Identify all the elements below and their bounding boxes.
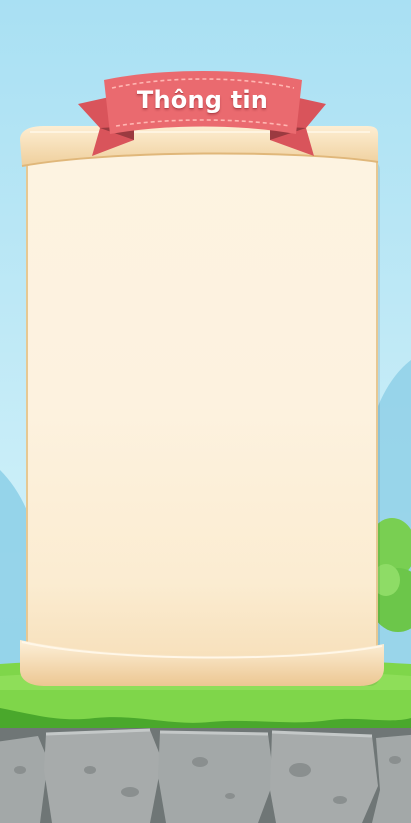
game-scene: Thông tin xyxy=(0,0,411,823)
scroll-content-area xyxy=(42,180,368,630)
